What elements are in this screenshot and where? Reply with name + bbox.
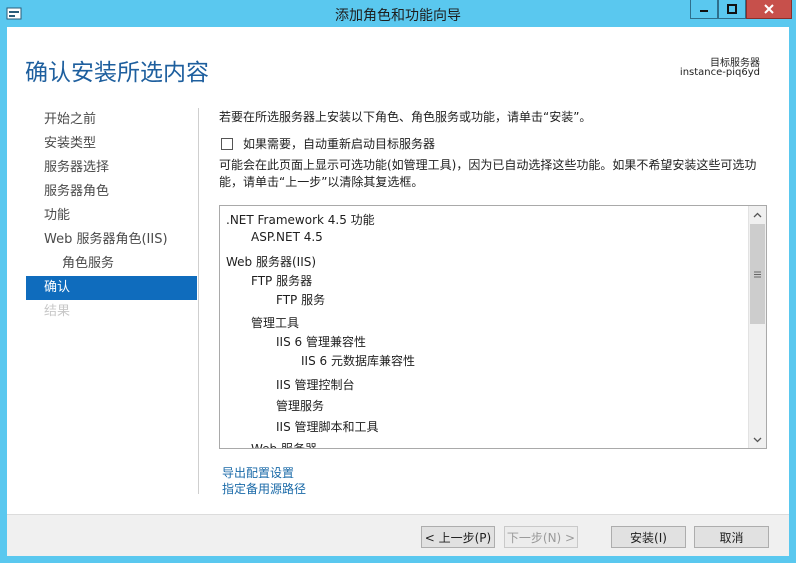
scroll-down-button[interactable] (749, 431, 766, 448)
nav-item-web-server-role[interactable]: Web 服务器角色(IIS) (26, 228, 197, 252)
alternate-source-link[interactable]: 指定备用源路径 (222, 480, 306, 497)
next-button: 下一步(N) > (504, 526, 578, 548)
install-button[interactable]: 安装(I) (611, 526, 686, 548)
nav-item-server-roles[interactable]: 服务器角色 (26, 180, 197, 204)
optional-features-note: 可能会在此页面上显示可选功能(如管理工具)，因为已自动选择这些功能。如果不希望安… (219, 158, 757, 189)
nav-item-features[interactable]: 功能 (26, 204, 197, 228)
chevron-down-icon (753, 437, 762, 442)
chevron-up-icon (753, 212, 762, 217)
minimize-icon (700, 10, 708, 12)
feature-item: ASP.NET 4.5 (251, 230, 323, 244)
maximize-icon (727, 4, 737, 14)
instruction-text: 若要在所选服务器上安装以下角色、角色服务或功能，请单击“安装”。 (219, 110, 592, 124)
nav-item-role-services[interactable]: 角色服务 (26, 252, 197, 276)
cancel-button[interactable]: 取消 (694, 526, 769, 548)
feature-item: IIS 管理控制台 (276, 378, 355, 392)
nav-item-installation-type[interactable]: 安装类型 (26, 132, 197, 156)
nav-divider (198, 108, 199, 494)
feature-item: FTP 服务器 (251, 274, 313, 288)
nav-item-server-selection[interactable]: 服务器选择 (26, 156, 197, 180)
nav-item-results: 结果 (44, 304, 71, 319)
grip-icon (754, 271, 761, 277)
close-icon (764, 4, 774, 14)
feature-item: FTP 服务 (276, 293, 326, 307)
nav-item-before-you-begin[interactable]: 开始之前 (26, 108, 197, 132)
previous-button[interactable]: < 上一步(P) (421, 526, 495, 548)
window-title: 添加角色和功能向导 (335, 8, 461, 24)
feature-item: Web 服务器(IIS) (226, 255, 317, 269)
minimize-button[interactable] (690, 0, 718, 19)
restart-checkbox-label[interactable]: 如果需要，自动重新启动目标服务器 (243, 135, 435, 152)
feature-item: IIS 6 管理兼容性 (276, 335, 366, 349)
page-title: 确认安装所选内容 (25, 60, 209, 86)
feature-item: IIS 管理脚本和工具 (276, 420, 379, 434)
feature-item: 管理服务 (276, 399, 325, 413)
feature-item: Web 服务器 (251, 442, 317, 449)
features-scrollbar[interactable] (748, 206, 766, 448)
maximize-button[interactable] (718, 0, 746, 19)
feature-item: IIS 6 元数据库兼容性 (301, 354, 415, 368)
nav-item-confirmation[interactable]: 确认 (26, 276, 197, 300)
features-list-box[interactable]: .NET Framework 4.5 功能 ASP.NET 4.5 Web 服务… (219, 205, 767, 449)
wizard-nav: 开始之前 安装类型 服务器选择 服务器角色 功能 Web 服务器角色(IIS) … (26, 108, 197, 324)
wizard-window: 添加角色和功能向导 确认安装所选内容 目标服务器 instance-piq6yd… (0, 0, 796, 563)
restart-checkbox[interactable] (221, 138, 233, 150)
feature-item: 管理工具 (251, 316, 300, 330)
export-config-link[interactable]: 导出配置设置 (222, 464, 294, 481)
feature-item: .NET Framework 4.5 功能 (226, 213, 375, 227)
title-bar[interactable]: 添加角色和功能向导 (0, 0, 796, 26)
close-button[interactable] (746, 0, 792, 19)
wizard-client-area: 确认安装所选内容 目标服务器 instance-piq6yd 开始之前 安装类型… (7, 27, 789, 556)
scroll-up-button[interactable] (749, 206, 766, 223)
target-server-name: instance-piq6yd (679, 67, 760, 78)
scroll-thumb[interactable] (750, 224, 765, 324)
wizard-footer: < 上一步(P) 下一步(N) > 安装(I) 取消 (7, 514, 789, 556)
